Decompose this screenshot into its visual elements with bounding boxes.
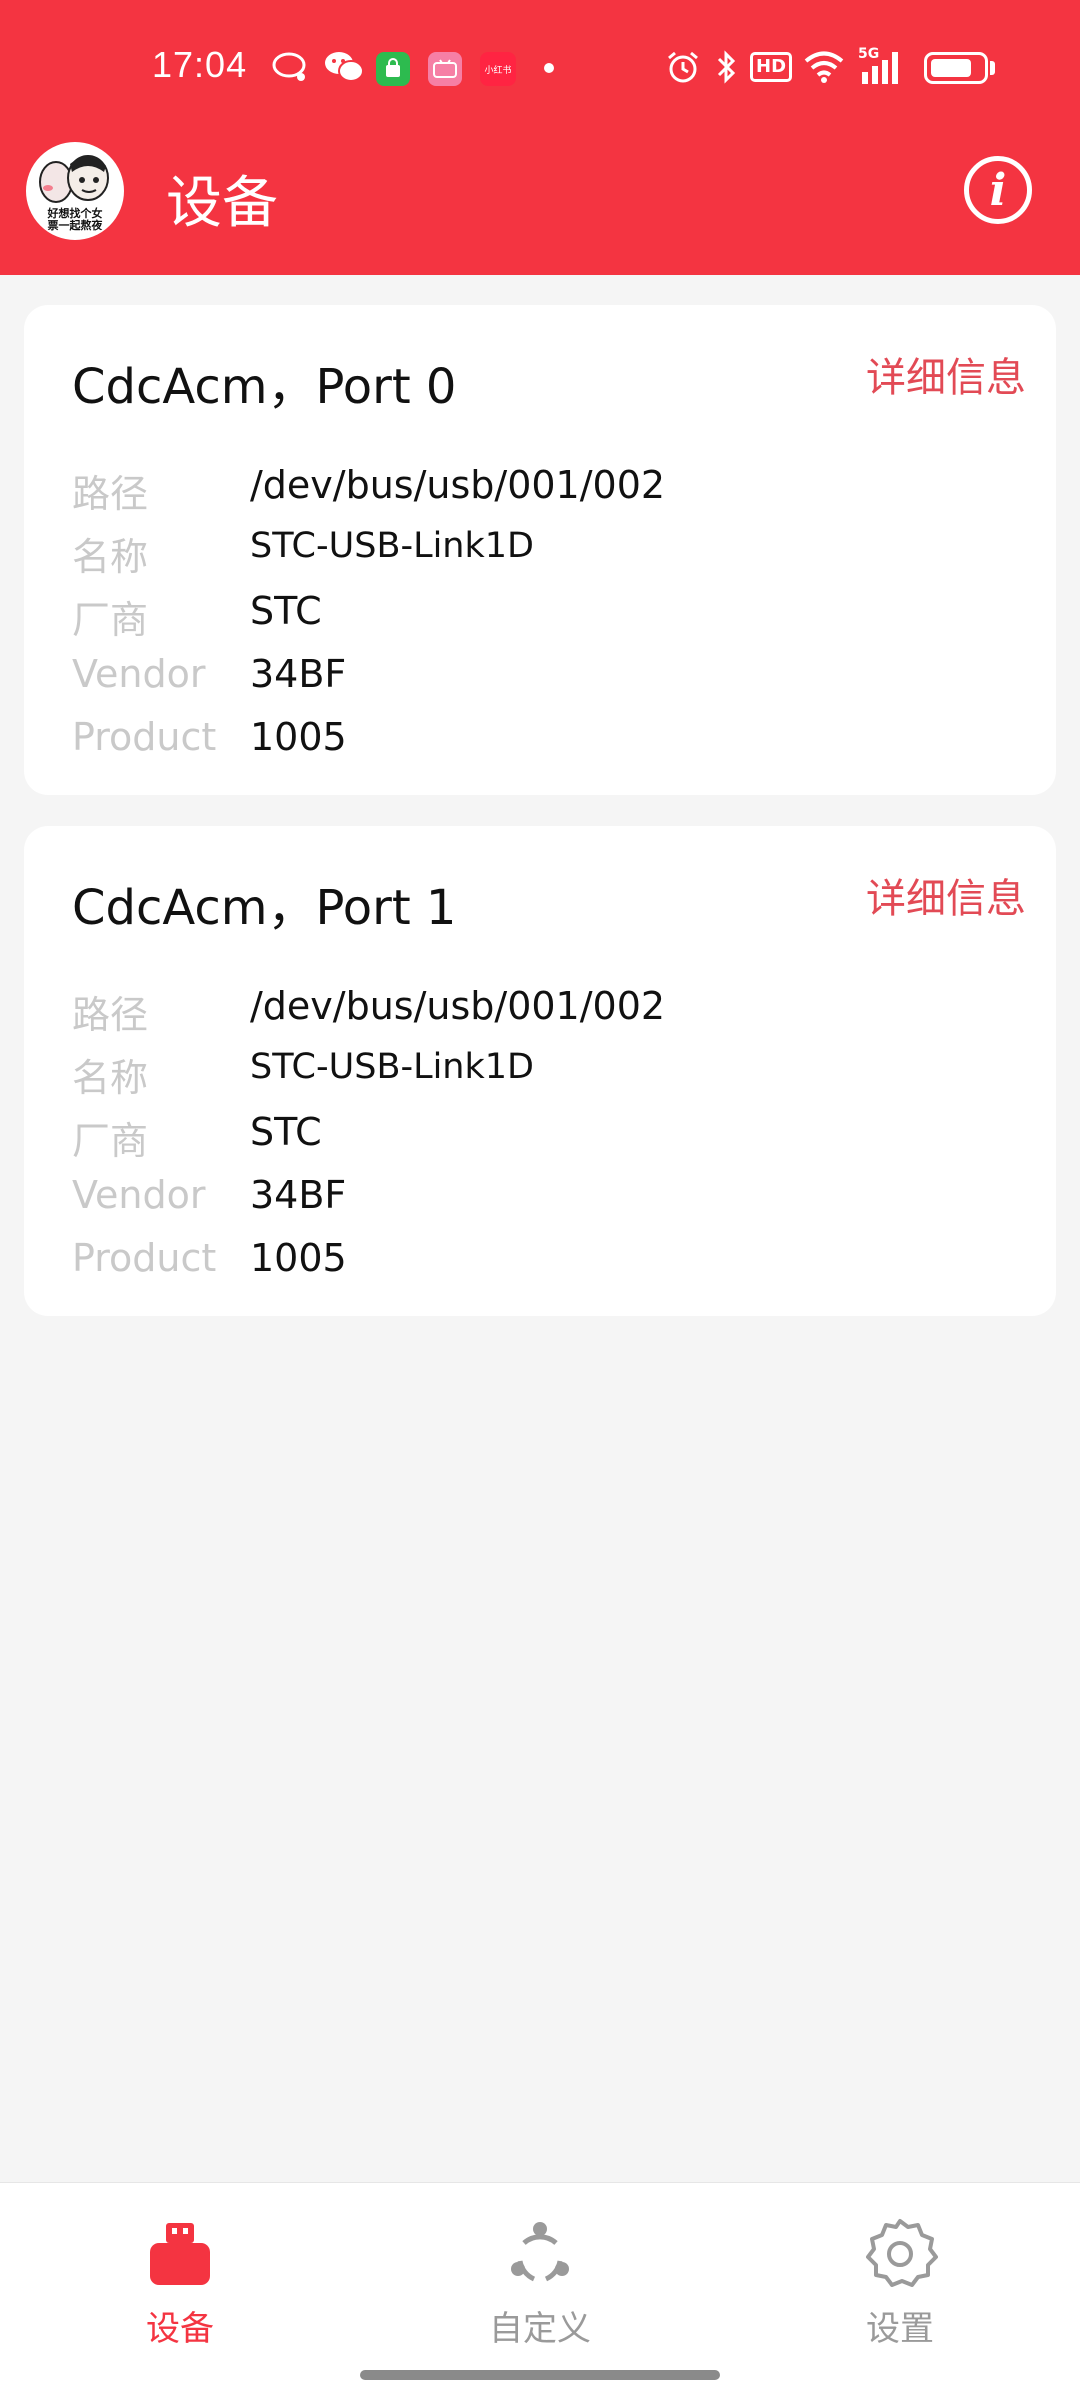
- manufacturer-value: STC: [250, 589, 322, 633]
- nav-label-custom: 自定义: [489, 2309, 591, 2349]
- device-card[interactable]: CdcAcm，Port 1 详细信息 路径 /dev/bus/usb/001/0…: [24, 826, 1056, 1316]
- product-value: 1005: [250, 715, 347, 759]
- nav-item-custom[interactable]: 自定义: [440, 2213, 640, 2363]
- battery-icon: [924, 52, 988, 84]
- hd-label: HD: [750, 52, 793, 82]
- device-title: CdcAcm，Port 0: [72, 359, 457, 415]
- gear-icon: [860, 2213, 940, 2293]
- device-title: CdcAcm，Port 1: [72, 880, 457, 936]
- nav-label-devices: 设备: [146, 2309, 214, 2349]
- page-title: 设备: [166, 171, 278, 236]
- detail-info-link[interactable]: 详细信息: [866, 866, 1026, 924]
- manufacturer-value: STC: [250, 1110, 322, 1154]
- vendor-label: Vendor: [72, 1173, 206, 1217]
- path-label: 路径: [72, 472, 149, 516]
- product-label: Product: [72, 715, 217, 759]
- app-header: 17:04 小红书 HD 5G 好想找个女 票一起熬夜 设备 i: [0, 0, 1080, 275]
- vendor-value: 34BF: [250, 652, 347, 696]
- path-value: /dev/bus/usb/001/002: [250, 984, 666, 1028]
- name-label: 名称: [72, 535, 149, 579]
- nav-item-settings[interactable]: 设置: [800, 2213, 1000, 2363]
- bottom-nav: 设备 自定义 设置: [0, 2182, 1080, 2400]
- avatar[interactable]: 好想找个女 票一起熬夜: [26, 142, 124, 240]
- status-time: 17:04: [152, 44, 248, 85]
- app-screen: 17:04 小红书 HD 5G 好想找个女 票一起熬夜 设备 i CdcAcm，…: [0, 0, 1080, 2400]
- more-notifications-dot: [544, 63, 554, 73]
- manufacturer-label: 厂商: [72, 598, 149, 642]
- chat-bubble-icon: [270, 48, 310, 86]
- vendor-label: Vendor: [72, 652, 206, 696]
- path-value: /dev/bus/usb/001/002: [250, 463, 666, 507]
- battery-level-fill: [931, 59, 971, 77]
- network-label: 5G: [858, 46, 880, 62]
- xiaohongshu-label: 小红书: [484, 65, 512, 76]
- manufacturer-label: 厂商: [72, 1119, 149, 1163]
- name-value: STC-USB-Link1D: [250, 1047, 534, 1087]
- avatar-caption: 好想找个女 票一起熬夜: [28, 208, 122, 232]
- bilibili-icon: [428, 52, 462, 86]
- wifi-icon: [802, 48, 846, 86]
- name-label: 名称: [72, 1056, 149, 1100]
- battery-tip: [990, 61, 995, 75]
- home-indicator[interactable]: [360, 2370, 720, 2380]
- product-label: Product: [72, 1236, 217, 1280]
- info-button[interactable]: i: [964, 156, 1032, 224]
- path-label: 路径: [72, 993, 149, 1037]
- signal-icon: 5G: [858, 46, 912, 86]
- vendor-value: 34BF: [250, 1173, 347, 1217]
- status-bar: 17:04 小红书 HD 5G: [0, 0, 1080, 140]
- hd-icon: HD: [750, 48, 793, 86]
- bluetooth-icon: [712, 48, 740, 86]
- name-value: STC-USB-Link1D: [250, 526, 534, 566]
- product-value: 1005: [250, 1236, 347, 1280]
- alarm-icon: [664, 48, 702, 86]
- detail-info-link[interactable]: 详细信息: [866, 345, 1026, 403]
- usb-device-icon: [140, 2213, 220, 2293]
- avatar-caption-line-2: 票一起熬夜: [47, 219, 103, 232]
- nav-item-devices[interactable]: 设备: [80, 2213, 280, 2363]
- share-nodes-icon: [500, 2213, 580, 2293]
- shopping-bag-icon: [376, 52, 410, 86]
- xiaohongshu-icon: 小红书: [480, 52, 516, 86]
- wechat-icon: [322, 48, 366, 86]
- nav-label-settings: 设置: [866, 2309, 934, 2349]
- device-card[interactable]: CdcAcm，Port 0 详细信息 路径 /dev/bus/usb/001/0…: [24, 305, 1056, 795]
- info-icon: i: [989, 165, 1007, 216]
